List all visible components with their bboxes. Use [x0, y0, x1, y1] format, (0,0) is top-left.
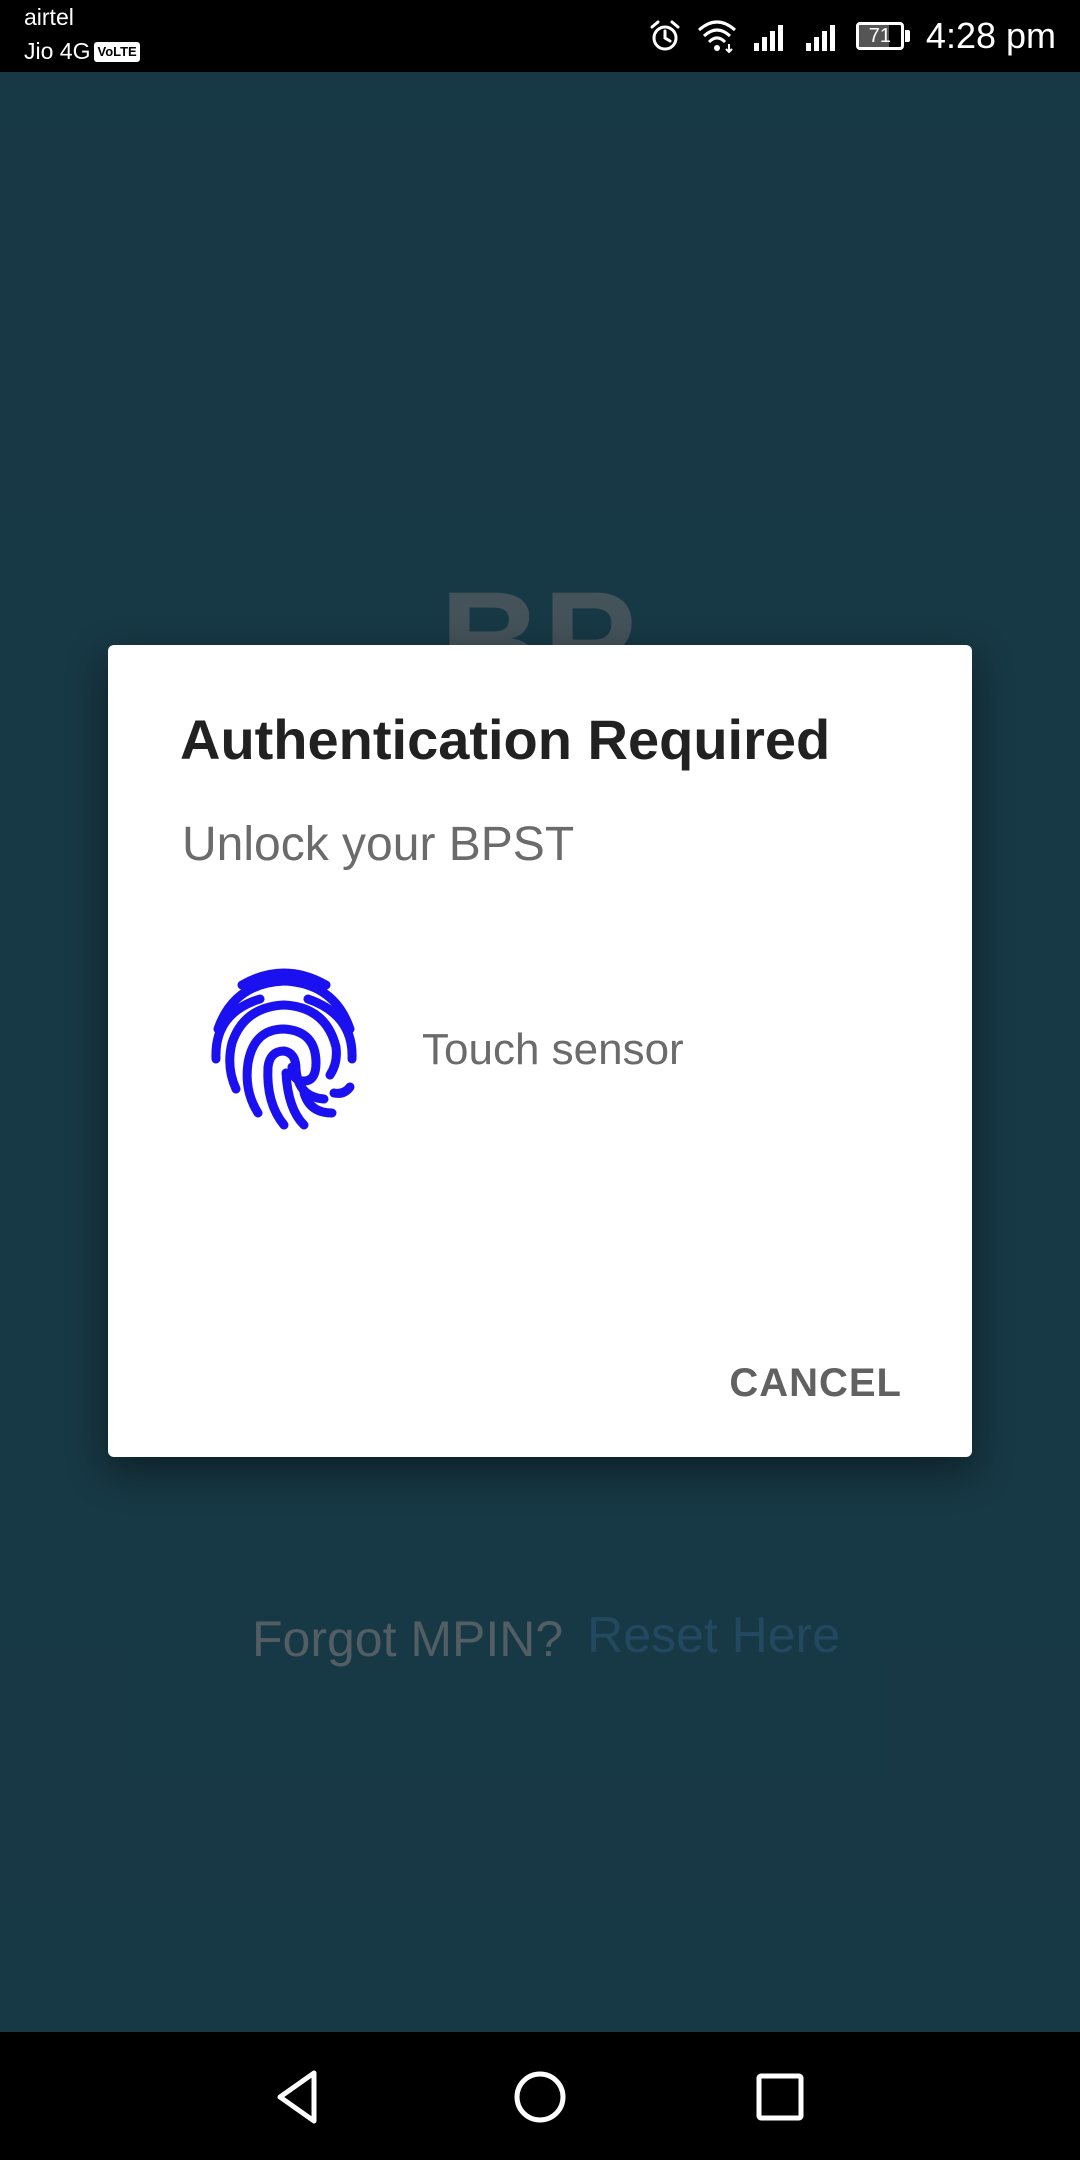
- dialog-title: Authentication Required: [180, 708, 831, 771]
- auth-dialog: Authentication Required Unlock your BPST…: [108, 645, 972, 1457]
- fingerprint-icon: [204, 963, 364, 1133]
- dialog-subtitle: Unlock your BPST: [182, 818, 575, 871]
- touch-sensor-label: Touch sensor: [422, 1025, 684, 1074]
- carrier-secondary-row: Jio 4G VoLTE: [24, 38, 140, 65]
- signal-icon: [752, 19, 790, 53]
- recents-icon[interactable]: [735, 2052, 825, 2142]
- clock: 4:28 pm: [925, 15, 1056, 56]
- status-icons: 71 4:28 pm: [648, 12, 1056, 60]
- battery-level: 71: [868, 25, 892, 47]
- signal-icon: [804, 19, 842, 53]
- battery-icon: 71: [855, 22, 910, 50]
- cancel-button[interactable]: CANCEL: [729, 1361, 902, 1406]
- wifi-icon: [696, 18, 738, 54]
- navigation-bar: [0, 2032, 1080, 2160]
- alarm-icon: [648, 19, 682, 53]
- home-icon[interactable]: [495, 2052, 585, 2142]
- volte-badge: VoLTE: [94, 41, 140, 62]
- screen: airtel Jio 4G VoLTE 71 4:28 pm BP Forgot…: [0, 0, 1080, 2160]
- back-icon[interactable]: [255, 2052, 345, 2142]
- carrier-secondary: Jio 4G: [24, 38, 91, 64]
- status-bar: airtel Jio 4G VoLTE 71 4:28 pm: [0, 0, 1080, 72]
- carrier-primary: airtel: [24, 4, 74, 30]
